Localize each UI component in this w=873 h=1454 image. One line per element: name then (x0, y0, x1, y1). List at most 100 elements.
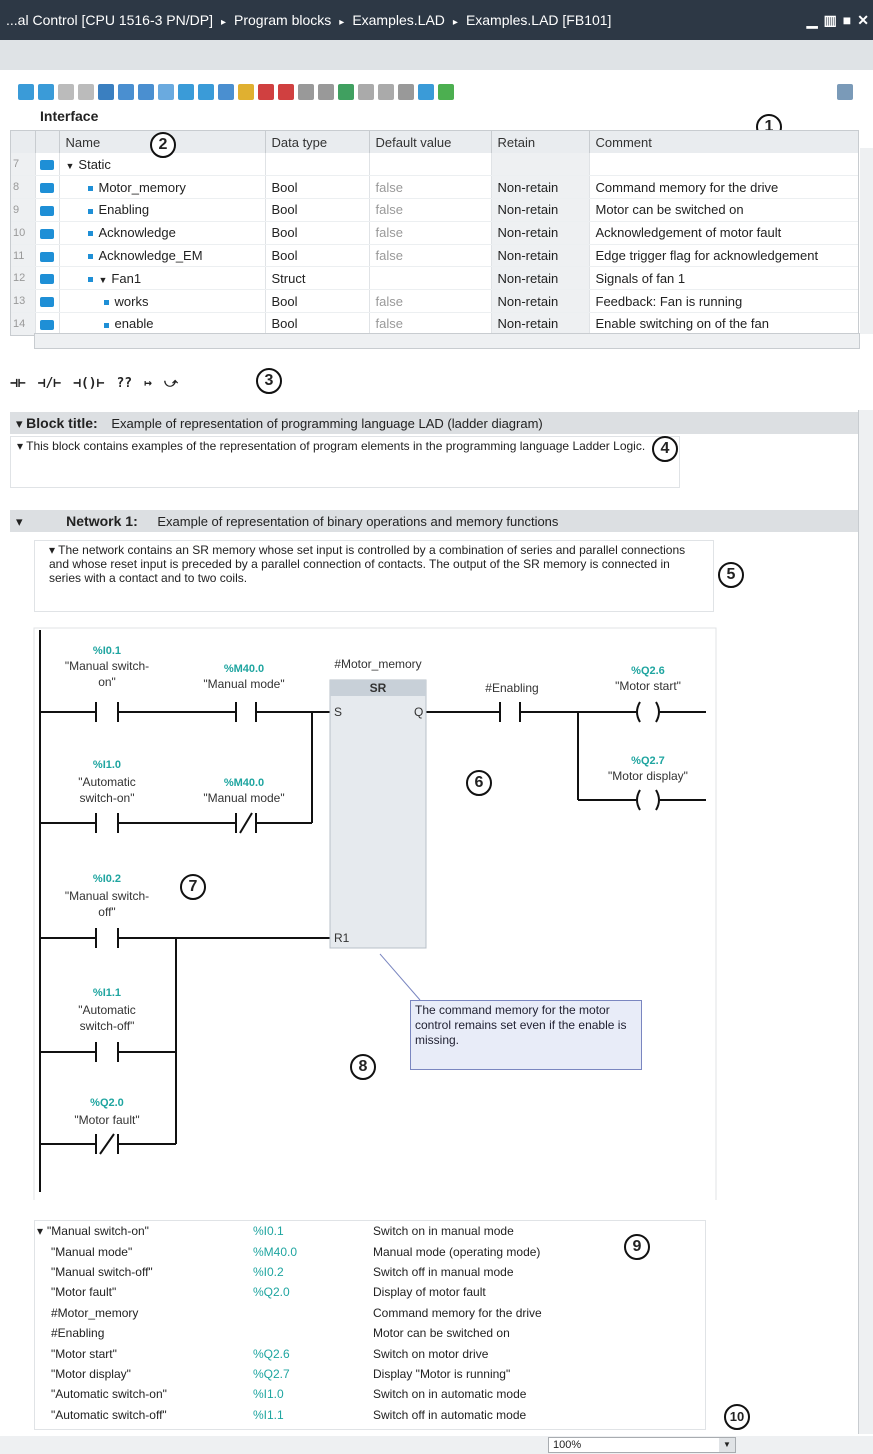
interface-hscroll[interactable] (34, 333, 860, 349)
toolbar-icon[interactable] (78, 84, 94, 100)
network-comment[interactable]: ▾ The network contains an SR memory whos… (34, 540, 714, 612)
toolbar-icon[interactable] (358, 84, 374, 100)
interface-row[interactable]: 14 enable Bool false Non-retain Enable switch… (11, 312, 858, 335)
retain-cell[interactable]: Non-retain (491, 266, 590, 291)
nc-contact-icon[interactable]: ⊣/⊢ (38, 376, 61, 391)
data-type-cell[interactable]: Bool (265, 312, 370, 335)
toolbar-icon[interactable] (238, 84, 254, 100)
toolbar-icon[interactable] (98, 84, 114, 100)
no-contact-icon[interactable]: ⊣⊢ (10, 376, 26, 391)
default-value-cell[interactable]: false (369, 289, 492, 314)
retain-cell[interactable]: Non-retain (491, 221, 590, 245)
default-value-cell[interactable] (369, 153, 492, 177)
collapse-icon[interactable]: ▾ (17, 439, 26, 453)
editor-vscroll[interactable] (858, 410, 873, 1434)
col-retain[interactable]: Retain (491, 131, 590, 153)
minimize-icon[interactable]: ▁ (807, 0, 818, 40)
breadcrumb-3[interactable]: Examples.LAD (352, 12, 445, 28)
col-type[interactable]: Data type (265, 131, 370, 153)
var-name-cell[interactable]: Acknowledge (59, 221, 266, 245)
col-default[interactable]: Default value (369, 131, 492, 153)
data-type-cell[interactable]: Bool (265, 175, 370, 200)
data-type-cell[interactable]: Struct (265, 266, 370, 291)
comment-cell[interactable]: Command memory for the drive (589, 175, 858, 200)
comment-cell[interactable]: Enable switching on of the fan (589, 312, 858, 335)
data-type-cell[interactable] (265, 153, 370, 177)
comment-cell[interactable]: Signals of fan 1 (589, 266, 858, 291)
toolbar-icon[interactable] (318, 84, 334, 100)
sr-block[interactable] (329, 679, 427, 949)
toolbar-icon[interactable] (258, 84, 274, 100)
var-name-cell[interactable]: ▼ Fan1 (59, 266, 266, 291)
default-value-cell[interactable]: false (369, 198, 492, 222)
default-value-cell[interactable]: false (369, 312, 492, 335)
retain-cell[interactable]: Non-retain (491, 198, 590, 222)
comment-cell[interactable] (589, 153, 858, 177)
retain-cell[interactable]: Non-retain (491, 312, 590, 335)
toolbar-icon[interactable] (198, 84, 214, 100)
toolbar-icon[interactable] (178, 84, 194, 100)
toolbar-icon[interactable] (58, 84, 74, 100)
add-row-icon[interactable] (38, 84, 54, 100)
retain-cell[interactable]: Non-retain (491, 244, 590, 268)
data-type-cell[interactable]: Bool (265, 198, 370, 222)
insert-row-icon[interactable] (18, 84, 34, 100)
breadcrumb-2[interactable]: Program blocks (234, 12, 331, 28)
retain-cell[interactable]: Non-retain (491, 289, 590, 314)
interface-row[interactable]: 9 Enabling Bool false Non-retain Motor can be… (11, 198, 858, 222)
toolbar-icon[interactable] (338, 84, 354, 100)
interface-row[interactable]: 8 Motor_memory Bool false Non-retain Command … (11, 175, 858, 200)
var-name-cell[interactable]: Enabling (59, 198, 266, 222)
toolbar-icon[interactable] (278, 84, 294, 100)
interface-row[interactable]: 12 ▼ Fan1 Struct Non-retain Signals of fan 1 (11, 266, 858, 291)
toolbar-icon[interactable] (298, 84, 314, 100)
tile-icon[interactable]: ▥ (824, 0, 837, 40)
default-value-cell[interactable]: false (369, 244, 492, 268)
expand-icon[interactable]: ▼ (66, 161, 75, 171)
chevron-down-icon[interactable]: ▼ (719, 1438, 735, 1452)
close-branch-icon[interactable]: ⤻ (164, 376, 178, 391)
toolbar-icon[interactable] (418, 84, 434, 100)
comment-cell[interactable]: Motor can be switched on (589, 198, 858, 222)
zoom-select[interactable]: 100% ▼ (548, 1437, 736, 1453)
comment-cell[interactable]: Acknowledgement of motor fault (589, 221, 858, 245)
breadcrumb-4[interactable]: Examples.LAD [FB101] (466, 12, 612, 28)
collapse-icon[interactable]: ▾ (37, 1224, 43, 1238)
close-icon[interactable]: ✕ (857, 0, 869, 40)
default-value-cell[interactable] (369, 266, 492, 291)
coil-icon[interactable]: ⊣()⊢ (73, 376, 104, 391)
interface-row[interactable]: 10 Acknowledge Bool false Non-retain Acknowle… (11, 221, 858, 245)
var-name-cell[interactable]: Motor_memory (59, 175, 266, 200)
toolbar-icon[interactable] (118, 84, 134, 100)
collapse-icon[interactable]: ▾ (16, 416, 23, 431)
empty-box-icon[interactable]: ?? (116, 376, 132, 391)
comment-tooltip[interactable]: The command memory for the motor control… (410, 1000, 642, 1070)
comment-cell[interactable]: Feedback: Fan is running (589, 289, 858, 314)
interface-row[interactable]: 7 ▼ Static (11, 153, 858, 177)
toolbar-icon[interactable] (218, 84, 234, 100)
network-title-bar[interactable]: ▾ Network 1: Example of representation o… (10, 510, 859, 532)
open-branch-icon[interactable]: ↦ (144, 376, 152, 391)
var-name-cell[interactable]: Acknowledge_EM (59, 244, 266, 268)
retain-cell[interactable]: Non-retain (491, 175, 590, 200)
toolbar-icon[interactable] (378, 84, 394, 100)
toolbar-icon[interactable] (158, 84, 174, 100)
data-type-cell[interactable]: Bool (265, 289, 370, 314)
expand-icon[interactable]: ▼ (99, 275, 108, 285)
panel-toggle-icon[interactable] (837, 84, 853, 100)
collapse-icon[interactable]: ▾ (16, 514, 23, 529)
var-name-cell[interactable]: works (59, 289, 266, 314)
default-value-cell[interactable]: false (369, 175, 492, 200)
toolbar-icon[interactable] (438, 84, 454, 100)
toolbar-icon[interactable] (138, 84, 154, 100)
maximize-icon[interactable]: ■ (843, 0, 851, 40)
breadcrumb-1[interactable]: ...al Control [CPU 1516-3 PN/DP] (6, 12, 213, 28)
retain-cell[interactable] (491, 153, 590, 177)
block-title-bar[interactable]: ▾ Block title: Example of representation… (10, 412, 859, 434)
interface-vscroll[interactable] (860, 148, 873, 334)
block-comment[interactable]: ▾ This block contains examples of the re… (10, 436, 680, 488)
toolbar-icon[interactable] (398, 84, 414, 100)
collapse-icon[interactable]: ▾ (49, 543, 58, 557)
col-comment[interactable]: Comment (589, 131, 858, 153)
data-type-cell[interactable]: Bool (265, 244, 370, 268)
